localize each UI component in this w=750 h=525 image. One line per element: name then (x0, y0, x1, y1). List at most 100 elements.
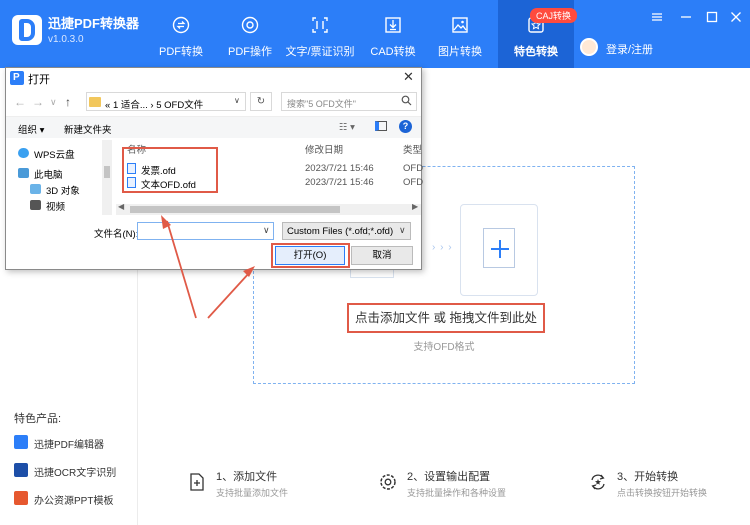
step-title: 2、设置输出配置 (407, 471, 491, 483)
nav-label: 图片转换 (438, 46, 482, 58)
gear-icon (241, 16, 259, 34)
chevron-down-icon[interactable]: ∨ (263, 225, 270, 236)
refresh-icon[interactable]: ↻ (250, 92, 272, 111)
scan-icon (312, 17, 328, 33)
dialog-toolbar: 组织 ▾ 新建文件夹 ☷ ▾ ? (6, 116, 421, 138)
caj-badge[interactable]: CAJ转换 (530, 8, 578, 23)
nav-label: PDF转换 (159, 46, 203, 58)
help-icon[interactable]: ? (399, 120, 412, 133)
filename-input[interactable]: ∨ (137, 222, 274, 240)
navigation-tree: WPS云盘 此电脑 3D 对象 视频 (14, 140, 109, 215)
folder-icon (89, 97, 101, 107)
maximize-icon[interactable] (705, 10, 719, 24)
step-desc: 支持批量添加文件 (216, 488, 289, 498)
cancel-button[interactable]: 取消 (351, 246, 413, 265)
address-path: « 1 适合... › 5 OFD文件 (105, 97, 203, 111)
file-type: OFD (403, 177, 424, 188)
annotation-arrow-to-open (207, 271, 251, 319)
view-options-icon[interactable]: ☷ ▾ (339, 122, 355, 133)
open-button[interactable]: 打开(O) (275, 246, 345, 265)
plus-icon (483, 228, 515, 268)
dialog-app-icon: P (10, 71, 24, 85)
feature-label: 迅捷PDF编辑器 (34, 440, 104, 451)
close-icon[interactable] (729, 10, 743, 24)
step-title: 1、添加文件 (216, 471, 278, 483)
horizontal-scrollbar[interactable]: ◀ ▶ (116, 202, 421, 215)
chevron-down-icon: ∨ (399, 225, 406, 235)
login-link[interactable]: 登录/注册 (606, 41, 653, 57)
path-separator: › (150, 100, 154, 111)
nav-ocr[interactable]: 文字/票证识别 (282, 0, 358, 68)
nav-cad[interactable]: CAD转换 (355, 0, 431, 68)
path-segment[interactable]: 1 适合... (113, 100, 148, 111)
new-folder-button[interactable]: 新建文件夹 (64, 122, 112, 136)
computer-icon (18, 168, 29, 178)
drop-text[interactable]: 点击添加文件 或 拖拽文件到此处 (347, 303, 545, 333)
add-file-icon (190, 473, 204, 491)
feature-label: 迅捷OCR文字识别 (34, 468, 117, 479)
tree-label: WPS云盘 (34, 150, 75, 161)
dialog-title: 打开 (28, 74, 50, 86)
filetype-value: Custom Files (*.ofd;*.ofd) (287, 226, 394, 237)
ppt-icon (14, 491, 28, 505)
sync-icon (172, 16, 190, 34)
convert-icon (591, 474, 605, 490)
address-dropdown-icon[interactable]: ∨ (234, 96, 240, 105)
path-prefix: « (105, 100, 111, 111)
search-icon (401, 95, 412, 106)
search-placeholder: 搜索"5 OFD文件" (287, 99, 356, 109)
forward-arrow-icon[interactable]: → (32, 95, 44, 109)
file-modified: 2023/7/21 15:46 (305, 177, 374, 188)
tree-label: 此电脑 (34, 170, 63, 181)
arrow-illustration: › › › (432, 242, 453, 253)
nav-pdf-convert[interactable]: PDF转换 (143, 0, 219, 68)
feature-label: 办公资源PPT模板 (34, 496, 114, 507)
file-modified: 2023/7/21 15:46 (305, 163, 374, 174)
app-name: 迅捷PDF转换器 (48, 16, 140, 31)
step-desc: 点击转换按钮开始转换 (617, 488, 708, 498)
cloud-icon (18, 148, 29, 158)
address-bar[interactable]: « 1 适合... › 5 OFD文件 ∨ (86, 92, 246, 111)
filename-label: 文件名(N): (94, 229, 139, 240)
column-header-type[interactable]: 类型 (403, 142, 422, 156)
path-segment[interactable]: 5 OFD文件 (156, 100, 203, 111)
cube-icon (30, 184, 41, 194)
app-logo (12, 15, 42, 45)
nav-label: 文字/票证识别 (285, 46, 355, 58)
history-chevron-icon[interactable]: ∨ (50, 97, 57, 108)
nav-label: 特色转换 (514, 46, 558, 58)
nav-label: PDF操作 (228, 46, 272, 58)
organize-menu[interactable]: 组织 ▾ (18, 122, 44, 136)
preview-pane-icon[interactable] (375, 121, 387, 131)
up-arrow-icon[interactable]: ↑ (65, 95, 71, 109)
pdf-editor-icon (14, 435, 28, 449)
minimize-icon[interactable] (679, 10, 693, 24)
download-icon (385, 17, 401, 33)
feature-title: 特色产品: (14, 413, 62, 425)
avatar[interactable] (580, 38, 598, 56)
dialog-titlebar: P 打开 ✕ (6, 68, 421, 88)
nav-image[interactable]: 图片转换 (422, 0, 498, 68)
dialog-navigation: ← → ∨ ↑ « 1 适合... › 5 OFD文件 ∨ ↻ 搜索"5 OFD… (6, 90, 421, 114)
open-file-dialog: P 打开 ✕ ← → ∨ ↑ « 1 适合... › 5 OFD文件 ∨ ↻ 搜… (5, 67, 424, 270)
column-header-modified[interactable]: 修改日期 (305, 142, 343, 156)
video-icon (30, 200, 41, 210)
step-title: 3、开始转换 (617, 471, 679, 483)
menu-icon[interactable] (650, 10, 664, 24)
nav-label: CAD转换 (370, 46, 416, 58)
file-type: OFD (403, 163, 424, 174)
back-arrow-icon[interactable]: ← (14, 95, 26, 109)
step-desc: 支持批量操作和各种设置 (407, 488, 507, 498)
files-highlight-box (122, 147, 218, 193)
nav-pdf-operate[interactable]: PDF操作 (212, 0, 288, 68)
scroll-left-icon[interactable]: ◀ (118, 202, 124, 211)
drop-hint: 支持OFD格式 (413, 342, 475, 353)
filetype-select[interactable]: Custom Files (*.ofd;*.ofd) ∨ (282, 222, 411, 240)
tree-scrollbar[interactable] (102, 140, 112, 215)
scroll-right-icon[interactable]: ▶ (412, 202, 418, 211)
top-navigation-bar: 迅捷PDF转换器 v1.0.3.0 PDF转换 PDF操作 文字/票证识别 CA… (0, 0, 750, 68)
dialog-close-icon[interactable]: ✕ (403, 69, 414, 85)
image-icon (452, 17, 468, 33)
tree-label: 视频 (46, 202, 66, 213)
search-input[interactable]: 搜索"5 OFD文件" (281, 92, 417, 111)
